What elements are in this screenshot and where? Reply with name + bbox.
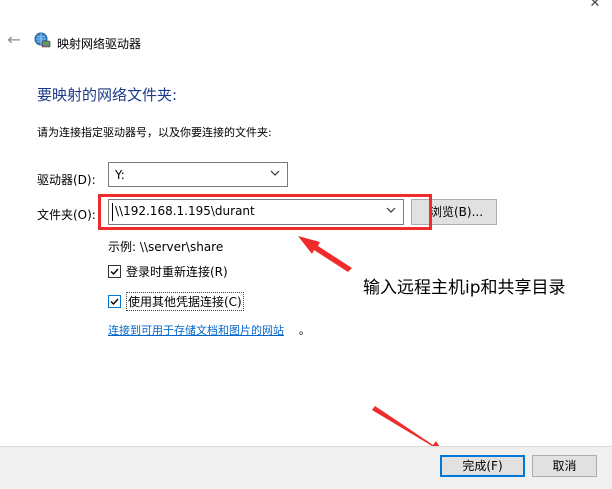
back-arrow-icon[interactable]: ← (4, 30, 24, 50)
annotation-arrows (298, 236, 447, 458)
map-network-drive-dialog: ✕ ← 映射网络驱动器 要映射的网络文件夹: 请为连接指定驱动器号，以及你要连接… (0, 0, 612, 489)
annotation-text: 输入远程主机ip和共享目录 (363, 278, 566, 298)
chevron-down-icon (269, 167, 281, 179)
cancel-button[interactable]: 取消 (532, 455, 597, 477)
finish-button[interactable]: 完成(F) (440, 455, 525, 477)
folder-label: 文件夹(O): (37, 208, 96, 222)
credentials-checkbox-row[interactable]: 使用其他凭据连接(C) (108, 291, 244, 311)
example-text: 示例: \\server\share (108, 240, 224, 254)
link-suffix: 。 (299, 324, 310, 337)
drive-label: 驱动器(D): (37, 173, 96, 187)
drive-letter-select[interactable]: Y: (108, 162, 288, 187)
reconnect-checkbox[interactable] (108, 264, 121, 278)
credentials-label: 使用其他凭据连接(C) (126, 291, 244, 311)
close-icon[interactable]: ✕ (584, 0, 606, 12)
resize-grip-icon[interactable] (296, 482, 316, 488)
reconnect-checkbox-row[interactable]: 登录时重新连接(R) (108, 262, 228, 280)
credentials-checkbox[interactable] (108, 294, 121, 308)
storage-website-link[interactable]: 连接到可用于存储文档和图片的网站 (108, 322, 284, 338)
instruction-text: 请为连接指定驱动器号，以及你要连接的文件夹: (37, 126, 272, 139)
reconnect-label: 登录时重新连接(R) (126, 264, 228, 279)
arrow-to-folder (298, 236, 352, 272)
folder-highlight-box (98, 194, 432, 230)
page-heading: 要映射的网络文件夹: (37, 86, 178, 104)
network-drive-icon (33, 31, 51, 49)
drive-letter-value: Y: (115, 168, 125, 182)
dialog-title: 映射网络驱动器 (57, 37, 142, 51)
